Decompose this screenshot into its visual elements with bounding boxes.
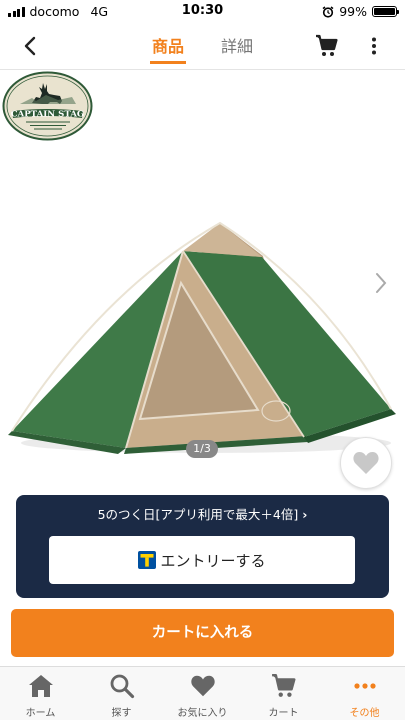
campaign-text: 5のつく日[アプリ利用で最大＋4倍] [97,507,299,522]
tab-other[interactable]: その他 [324,667,405,720]
tab-label-cart: カート [268,708,299,719]
status-right: 99% [322,4,399,19]
product-image-tent [8,221,396,454]
heart-icon [190,675,215,697]
t-point-icon [138,551,157,569]
tab-cart[interactable]: カート [243,667,324,720]
campaign-banner[interactable]: 5のつく日[アプリ利用で最大＋4倍] › エントリーする [16,495,389,598]
tab-favorites[interactable]: お気に入り [162,667,243,720]
chevron-right-icon[interactable] [372,271,390,295]
captain-stag-logo: CAPTAIN STAG [2,71,93,141]
more-horizontal-icon [353,683,376,689]
status-bar: docomo 4G 10:30 99% [0,0,405,22]
home-icon [28,675,53,697]
cart-icon[interactable] [315,34,339,58]
header-nav: 商品 詳細 [0,22,405,70]
campaign-text-row[interactable]: 5のつく日[アプリ利用で最大＋4倍] › [16,504,389,523]
heart-icon [353,452,379,474]
page-indicator: 1/3 [186,440,218,458]
more-vertical-icon[interactable] [364,36,384,56]
chevron-right-icon: › [302,507,308,522]
entry-label: エントリーする [160,551,266,570]
bottom-tab-bar: ホーム 探す お気に入り カート その他 [0,666,405,720]
search-icon [110,674,134,699]
tab-label-search: 探す [111,708,132,719]
svg-text:CAPTAIN STAG: CAPTAIN STAG [11,110,85,120]
tab-label-favorites: お気に入り [177,708,228,719]
alarm-icon [322,5,334,18]
tab-detail[interactable]: 詳細 [221,33,253,57]
tab-label-home: ホーム [25,708,56,719]
favorite-button[interactable] [340,437,392,489]
battery-percent: 99% [339,4,367,19]
product-image-gallery[interactable]: CAPTAIN STAG 1/3 [0,71,405,489]
chevron-left-icon[interactable] [20,34,42,58]
tab-product[interactable]: 商品 [149,33,187,64]
add-to-cart-button[interactable]: カートに入れる [11,609,394,657]
tab-home[interactable]: ホーム [0,667,81,720]
tab-label-other: その他 [349,708,380,719]
tab-search[interactable]: 探す [81,667,162,720]
battery-icon [372,6,399,17]
cart-icon [271,673,295,697]
entry-button[interactable]: エントリーする [49,536,355,584]
